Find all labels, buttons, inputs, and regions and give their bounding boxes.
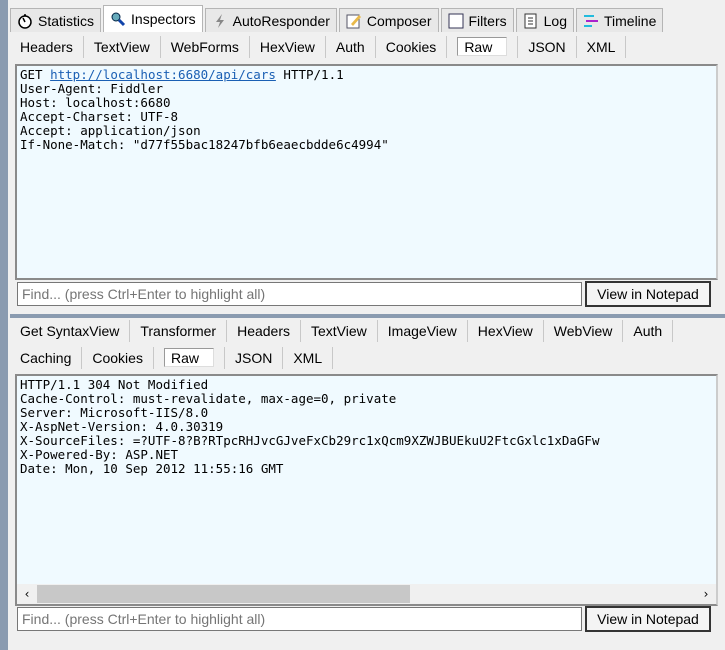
raw-line: X-AspNet-Version: 4.0.30319	[20, 419, 224, 434]
subtab-label: Headers	[20, 38, 73, 55]
subtab-textview[interactable]: TextView	[301, 319, 378, 342]
subtab-textview[interactable]: TextView	[84, 35, 161, 58]
response-tabs-row1: Get SyntaxView Transformer Headers TextView…	[10, 319, 674, 342]
response-hscrollbar[interactable]: ‹ ›	[17, 584, 716, 604]
raw-line: User-Agent: Fiddler	[20, 81, 163, 96]
subtab-label: Cookies	[92, 349, 143, 366]
subtab-auth[interactable]: Auth	[326, 35, 376, 58]
subtab-headers[interactable]: Headers	[227, 319, 301, 342]
subtab-label: TextView	[311, 322, 367, 339]
subtab-webforms[interactable]: WebForms	[161, 35, 250, 58]
request-raw-text[interactable]: GET http://localhost:6680/api/cars HTTP/…	[15, 64, 718, 280]
subtab-label: Headers	[237, 322, 290, 339]
subtab-label: TextView	[93, 38, 150, 55]
subtab-label: XML	[586, 38, 616, 55]
raw-line: Host: localhost:6680	[20, 95, 171, 110]
subtab-raw[interactable]: Raw	[154, 346, 225, 369]
raw-line: Cache-Control: must-revalidate, max-age=…	[20, 391, 397, 406]
subtab-hexview[interactable]: HexView	[468, 319, 544, 342]
raw-line: X-Powered-By: ASP.NET	[20, 447, 179, 462]
tab-label: Statistics	[38, 12, 95, 29]
subtab-caching[interactable]: Caching	[10, 346, 83, 369]
subtab-label: Raw	[457, 37, 508, 56]
inspectors-icon	[110, 11, 126, 27]
subtab-headers[interactable]: Headers	[10, 35, 84, 58]
subtab-xml[interactable]: XML	[283, 346, 334, 369]
main-tabs: Statistics Inspectors AutoResponder Compose…	[10, 5, 665, 33]
raw-line: Server: Microsoft-IIS/8.0	[20, 405, 209, 420]
subtab-label: Auth	[633, 322, 663, 339]
tab-label: Inspectors	[131, 11, 196, 27]
raw-line: X-SourceFiles: =?UTF-8?B?RTpcRHJvcGJveFx…	[20, 433, 600, 448]
subtab-cookies[interactable]: Cookies	[376, 35, 448, 58]
response-find-input[interactable]	[17, 607, 582, 631]
tab-log[interactable]: Log	[515, 8, 574, 32]
scroll-thumb[interactable]	[37, 585, 410, 603]
tab-inspectors[interactable]: Inspectors	[103, 5, 203, 32]
subtab-get-syntaxview[interactable]: Get SyntaxView	[10, 319, 131, 342]
tab-label: Timeline	[603, 12, 657, 29]
tab-label: AutoResponder	[232, 12, 330, 29]
subtab-label: JSON	[234, 349, 273, 366]
subtab-label: Caching	[20, 349, 72, 366]
tab-timeline[interactable]: Timeline	[575, 8, 664, 32]
subtab-label: HexView	[259, 38, 315, 55]
stopwatch-icon	[17, 13, 33, 29]
request-view-in-notepad-button[interactable]: View in Notepad	[585, 281, 711, 307]
tab-autoresponder[interactable]: AutoResponder	[204, 8, 337, 32]
raw-line: Date: Mon, 10 Sep 2012 11:55:16 GMT	[20, 461, 284, 476]
splitter[interactable]	[10, 314, 725, 318]
tab-label: Filters	[468, 12, 507, 29]
left-edge	[0, 0, 8, 650]
subtab-xml[interactable]: XML	[577, 35, 627, 58]
checkbox-icon	[448, 13, 464, 29]
request-tabs: Headers TextView WebForms HexView Auth Cookie…	[10, 35, 627, 58]
subtab-raw[interactable]: Raw	[447, 35, 519, 58]
subtab-json[interactable]: JSON	[518, 35, 577, 58]
subtab-label: Raw	[163, 348, 214, 367]
raw-line: If-None-Match: "d77f55bac18247bfb6eaecbd…	[20, 137, 389, 152]
tab-filters[interactable]: Filters	[440, 8, 514, 32]
timeline-icon	[583, 13, 599, 29]
subtab-auth[interactable]: Auth	[623, 319, 674, 342]
subtab-transformer[interactable]: Transformer	[130, 319, 228, 342]
subtab-label: WebForms	[170, 38, 239, 55]
raw-line: Accept: application/json	[20, 123, 201, 138]
response-raw-text[interactable]: HTTP/1.1 304 Not Modified Cache-Control: …	[15, 374, 718, 606]
tab-statistics[interactable]: Statistics	[10, 8, 102, 32]
request-find-input[interactable]	[17, 282, 582, 306]
request-protocol: HTTP/1.1	[283, 67, 344, 82]
tab-label: Composer	[366, 12, 432, 29]
subtab-label: ImageView	[387, 322, 457, 339]
subtab-label: HexView	[477, 322, 533, 339]
subtab-label: Transformer	[140, 322, 217, 339]
log-icon	[523, 13, 539, 29]
response-tabs-row2: Caching Cookies Raw JSON XML	[10, 346, 334, 369]
scroll-right-icon[interactable]: ›	[696, 587, 716, 601]
subtab-label: XML	[293, 349, 323, 366]
raw-line: Accept-Charset: UTF-8	[20, 109, 179, 124]
subtab-hexview[interactable]: HexView	[250, 35, 326, 58]
subtab-imageview[interactable]: ImageView	[378, 319, 468, 342]
lightning-icon	[212, 13, 228, 29]
subtab-label: Get SyntaxView	[20, 322, 120, 339]
subtab-json[interactable]: JSON	[225, 346, 284, 369]
scroll-left-icon[interactable]: ‹	[17, 587, 37, 601]
subtab-label: JSON	[528, 38, 566, 55]
subtab-webview[interactable]: WebView	[544, 319, 624, 342]
request-url-link[interactable]: http://localhost:6680/api/cars	[50, 67, 276, 82]
subtab-label: Cookies	[385, 38, 437, 55]
raw-line: HTTP/1.1 304 Not Modified	[20, 377, 209, 392]
tab-composer[interactable]: Composer	[338, 8, 439, 32]
tab-label: Log	[543, 12, 567, 29]
subtab-label: Auth	[335, 38, 365, 55]
response-view-in-notepad-button[interactable]: View in Notepad	[585, 606, 711, 632]
request-method: GET	[20, 67, 43, 82]
composer-icon	[346, 13, 362, 29]
subtab-cookies[interactable]: Cookies	[82, 346, 154, 369]
subtab-label: WebView	[553, 322, 613, 339]
